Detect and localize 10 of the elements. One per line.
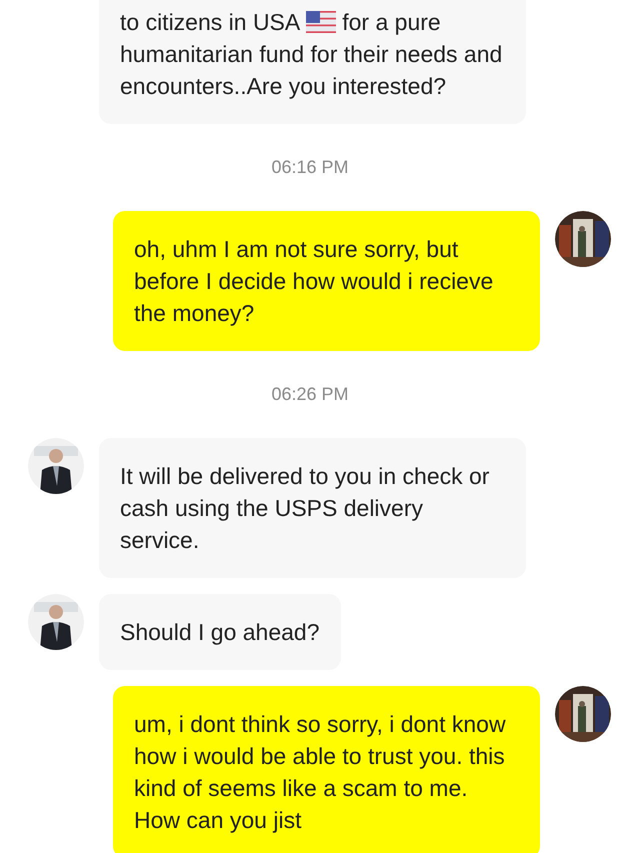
message-text: humanitarian fund for their needs and encounters..Are you interested? <box>120 40 504 101</box>
message-text: to citizens in USA <box>120 8 300 37</box>
timestamp: 06:26 PM <box>271 383 349 406</box>
message-text: It will be delivered to you in check or cash using the USPS delivery service. <box>120 462 490 555</box>
message-text: um, i dont think so sorry, i dont know how i would be able to trust you. this kind of seems like a scam to me. How can you jist <box>134 710 507 835</box>
flag-icon <box>306 11 336 33</box>
message-text: for a pure <box>342 8 441 37</box>
message-text: Should I go ahead? <box>120 618 320 647</box>
message-text: oh, uhm I am not sure sorry, but before I decide how would i recieve the money? <box>134 235 494 328</box>
timestamp: 06:16 PM <box>271 156 349 179</box>
